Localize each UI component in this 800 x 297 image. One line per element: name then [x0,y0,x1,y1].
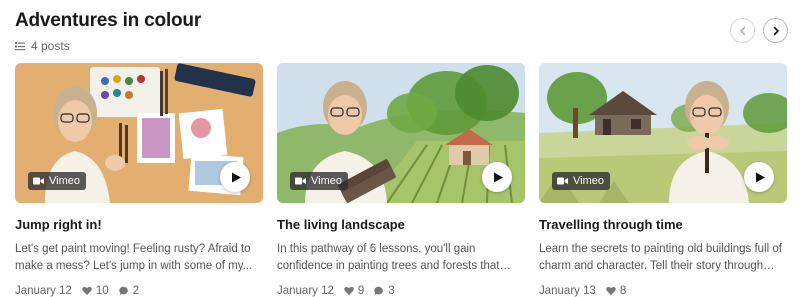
vimeo-badge-label: Vimeo [311,175,342,187]
likes[interactable]: 9 [344,285,364,297]
vimeo-badge-label: Vimeo [49,175,80,187]
post-description: Learn the secrets to painting old buildi… [539,243,782,272]
heart-icon [606,286,616,295]
play-icon [231,172,241,182]
page-title: Adventures in colour [15,10,202,31]
post-description: In this pathway of 6 lessons, you'll gai… [277,243,500,272]
chevron-right-icon [773,26,779,35]
post-title[interactable]: The living landscape [277,217,525,232]
video-camera-icon [557,177,568,185]
post-title[interactable]: Travelling through time [539,217,787,232]
comments[interactable]: 2 [119,285,139,297]
video-thumbnail[interactable]: Vimeo [277,63,525,203]
post-description: Let's get paint moving! Feeling rusty? A… [15,243,253,272]
vimeo-badge: Vimeo [290,172,348,190]
post-meta: January 12 10 2 [15,285,263,297]
post-meta: January 12 9 3 [277,285,525,297]
posts-count: 4 posts [15,39,201,53]
likes-count: 9 [357,285,365,297]
likes-count: 8 [619,285,627,297]
post-card[interactable]: Vimeo Jump right in! Let's get paint mov… [15,63,263,297]
post-card[interactable]: Vimeo Travelling through time Learn the … [539,63,787,297]
vimeo-badge-label: Vimeo [573,175,604,187]
comments-count: 3 [388,285,395,297]
post-title[interactable]: Jump right in! [15,217,263,232]
likes[interactable]: 10 [82,285,109,297]
post-meta: January 13 8 [539,285,787,297]
vimeo-badge: Vimeo [28,172,86,190]
list-icon [15,41,25,50]
play-button[interactable] [482,162,512,192]
comments-count: 2 [132,285,140,297]
video-thumbnail[interactable]: Vimeo [539,63,787,203]
video-thumbnail[interactable]: Vimeo [15,63,263,203]
post-date: January 13 [539,285,596,297]
comment-icon [119,286,128,296]
play-icon [755,172,765,182]
play-button[interactable] [744,162,774,192]
post-date: January 12 [15,285,72,297]
play-button[interactable] [220,162,250,192]
likes[interactable]: 8 [606,285,626,297]
video-camera-icon [33,177,44,185]
post-cards: Vimeo Jump right in! Let's get paint mov… [15,63,787,297]
carousel-nav [730,18,788,43]
vimeo-badge: Vimeo [552,172,610,190]
next-button[interactable] [763,18,788,43]
previous-button[interactable] [730,18,755,43]
play-icon [493,172,503,182]
heart-icon [82,286,92,295]
chevron-left-icon [739,26,745,35]
post-date: January 12 [277,285,334,297]
comments[interactable]: 3 [374,285,395,297]
heart-icon [344,286,354,295]
collection-header: Adventures in colour 4 posts [15,10,201,53]
comment-icon [374,286,384,296]
post-card[interactable]: Vimeo The living landscape In this pathw… [277,63,525,297]
posts-count-label: 4 posts [31,39,70,53]
likes-count: 10 [95,285,109,297]
video-camera-icon [295,177,306,185]
